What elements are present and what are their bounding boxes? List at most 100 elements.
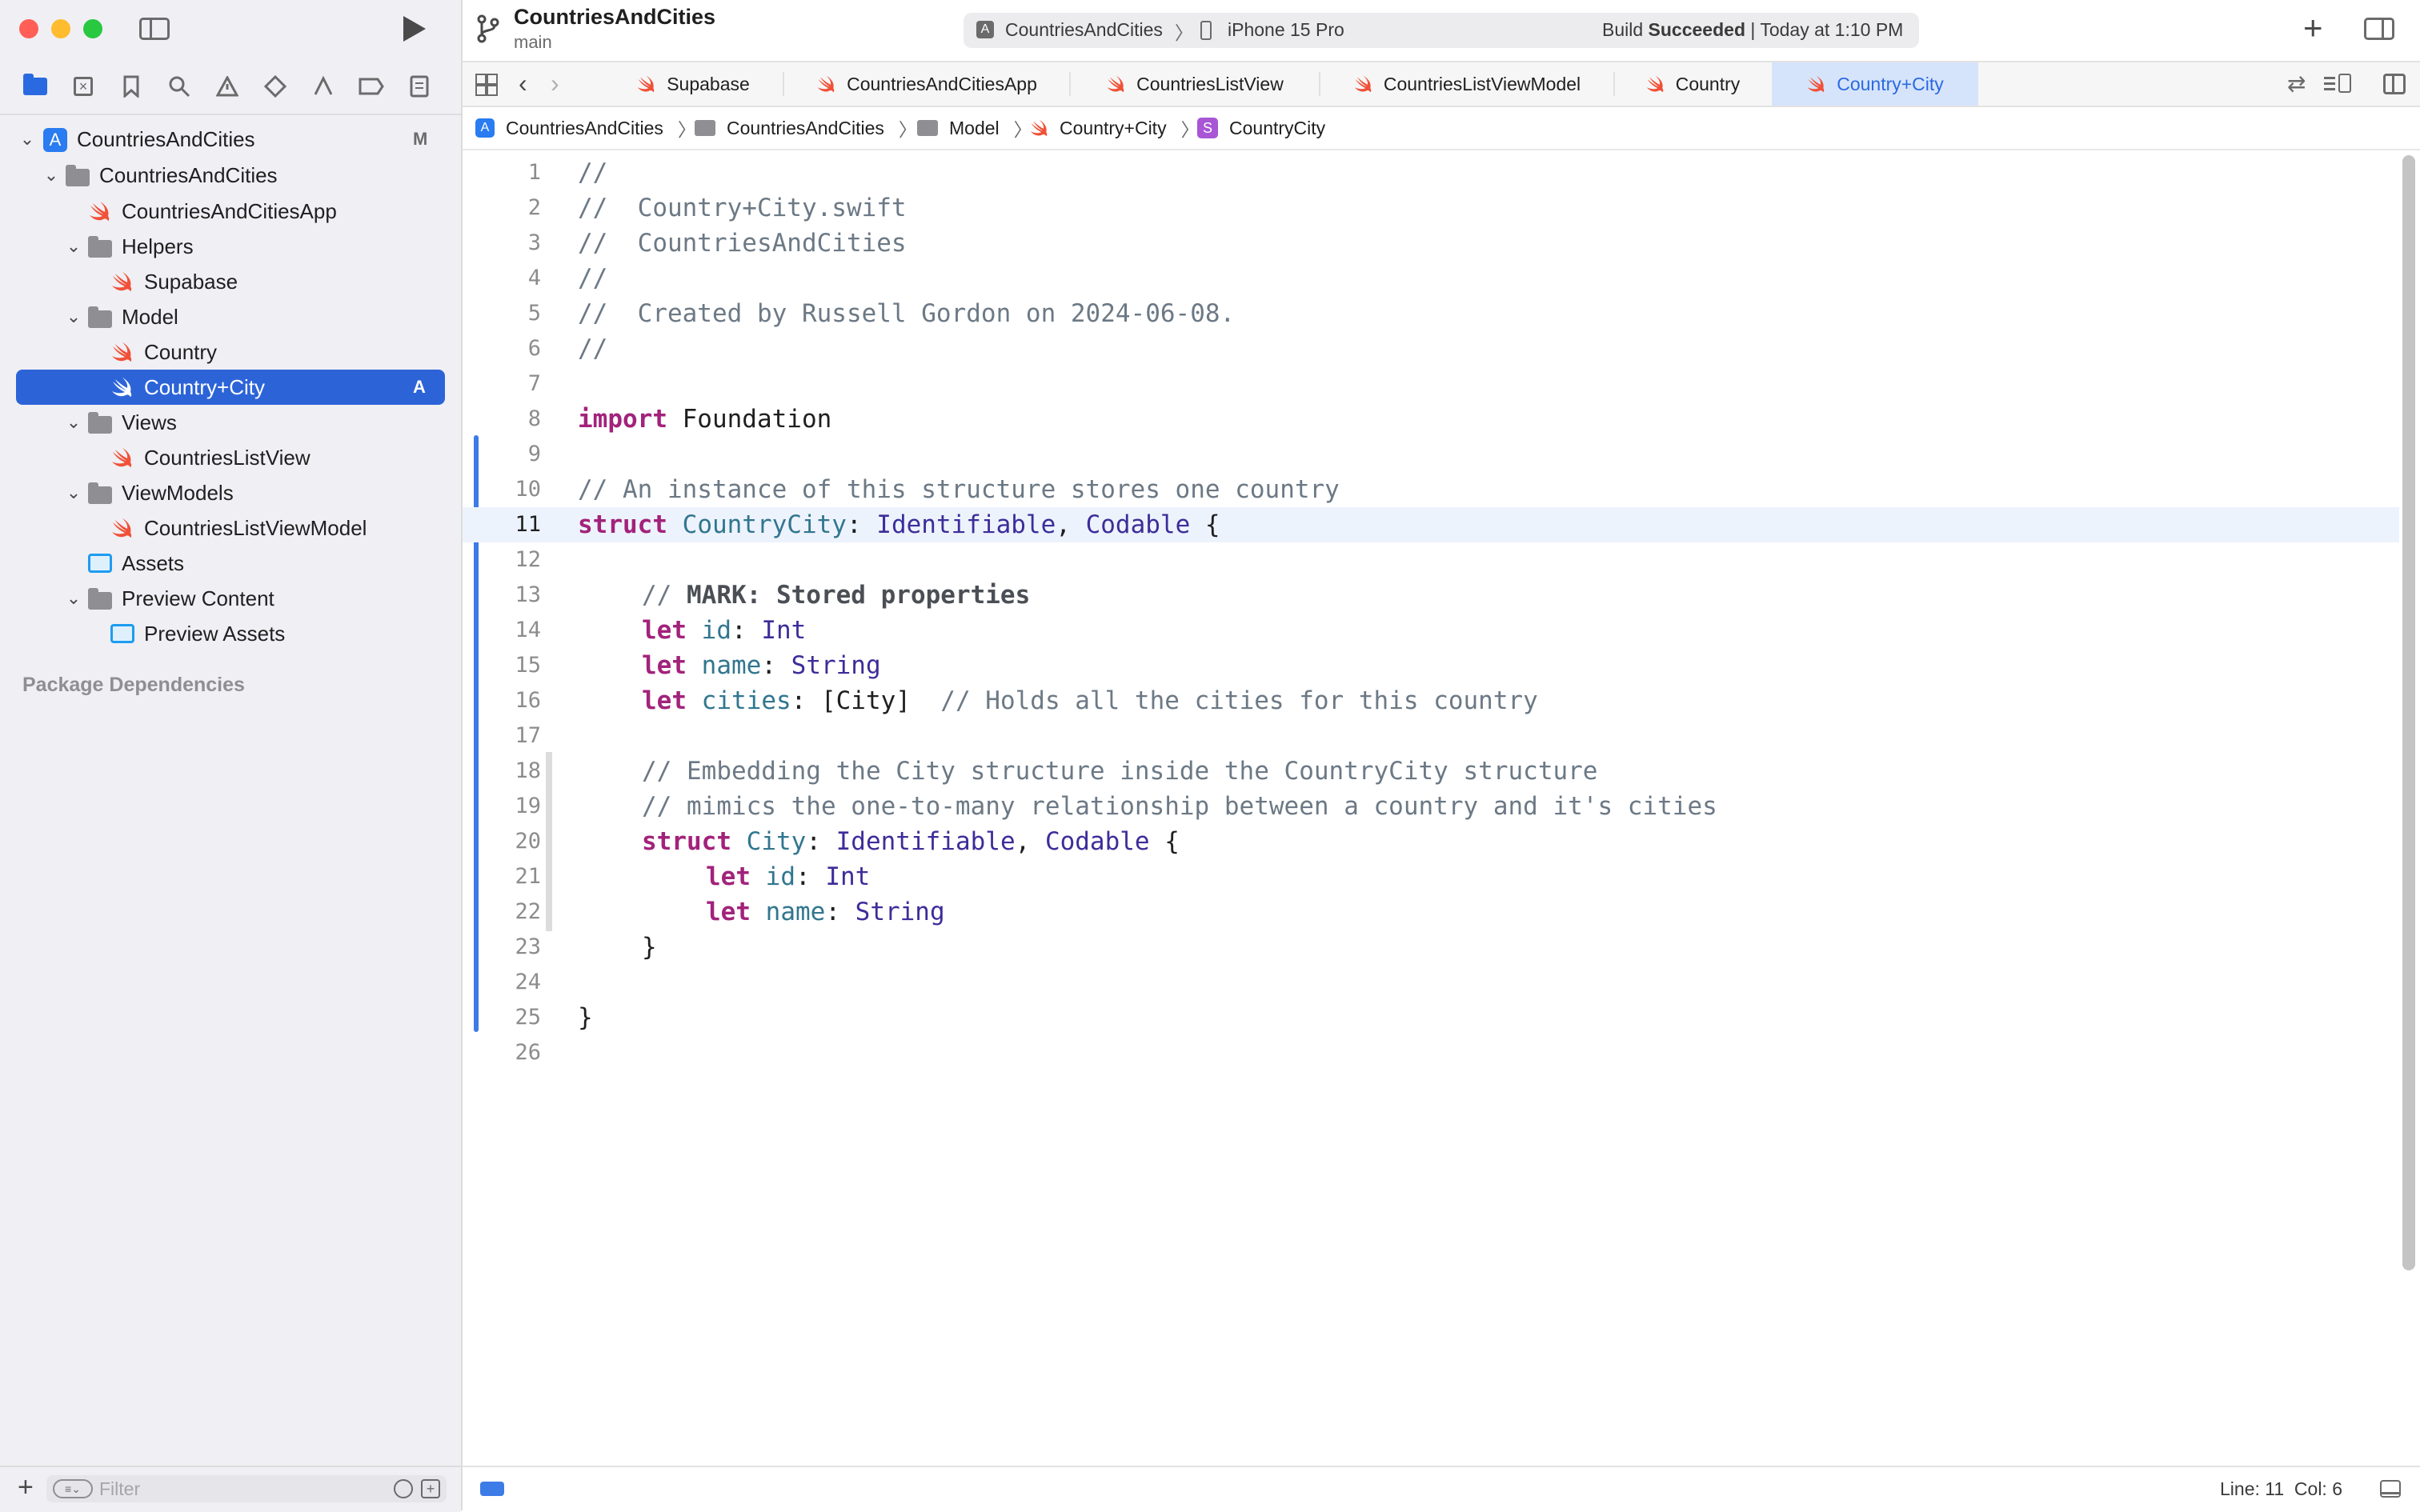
code-line[interactable]: 24: [463, 965, 2399, 1000]
minimize-window-button[interactable]: [51, 19, 70, 38]
forward-arrow-icon[interactable]: ›: [551, 69, 559, 98]
debug-navigator-icon[interactable]: [309, 72, 338, 101]
editor-options-icon[interactable]: [2324, 74, 2353, 94]
editor-vertical-scrollbar[interactable]: [2402, 155, 2415, 1270]
code-identifier: : [City]: [791, 686, 941, 715]
tree-item-file[interactable]: CountriesListView: [0, 440, 461, 475]
tab-countries-list-view-model[interactable]: CountriesListViewModel: [1320, 62, 1613, 106]
tree-item-asset-catalog[interactable]: Assets: [0, 546, 461, 581]
related-items-grid-icon[interactable]: [475, 74, 496, 94]
code-line[interactable]: 1//: [463, 155, 2399, 190]
recent-files-icon[interactable]: [394, 1479, 413, 1498]
scheme-selector[interactable]: CountriesAndCities: [1005, 19, 1163, 41]
breakpoint-navigator-icon[interactable]: [357, 72, 386, 101]
project-navigator-icon[interactable]: [21, 72, 50, 101]
tree-item-folder[interactable]: ⌄ Preview Content: [0, 581, 461, 616]
destination-selector[interactable]: iPhone 15 Pro: [1228, 19, 1344, 41]
filter-field[interactable]: ≡⌄ Filter +: [46, 1475, 447, 1502]
breadcrumb-model[interactable]: Model 〉: [917, 107, 1032, 149]
code-line[interactable]: 15let name: String: [463, 648, 2399, 683]
tree-item-folder[interactable]: ⌄ ViewModels: [0, 475, 461, 510]
editor-status-bar: Line: 11 Col: 6: [463, 1466, 2420, 1512]
breadcrumb-file[interactable]: Country+City 〉: [1029, 107, 1200, 149]
tree-item-folder[interactable]: ⌄ Views: [0, 405, 461, 440]
code-line[interactable]: 13// MARK: Stored properties: [463, 578, 2399, 613]
source-editor[interactable]: 1// 2// Country+City.swift 3// Countries…: [463, 150, 2420, 1464]
sidebar-toggle-icon[interactable]: [139, 18, 170, 40]
code-comment: // Country+City.swift: [578, 190, 907, 226]
code-line[interactable]: 5// Created by Russell Gordon on 2024-06…: [463, 296, 2399, 331]
code-line[interactable]: 19// mimics the one-to-many relationship…: [463, 789, 2399, 824]
test-navigator-icon[interactable]: [261, 72, 290, 101]
tree-item-file[interactable]: Country: [0, 334, 461, 370]
code-line[interactable]: 9: [463, 437, 2399, 472]
code-line[interactable]: 4//: [463, 261, 2399, 296]
debug-area-toggle-icon[interactable]: [2380, 1480, 2401, 1498]
tree-item-file[interactable]: CountriesAndCitiesApp: [0, 194, 461, 229]
chevron-down-icon[interactable]: ⌄: [66, 309, 82, 325]
back-arrow-icon[interactable]: ‹: [519, 69, 527, 98]
chevron-down-icon[interactable]: ⌄: [19, 131, 35, 147]
code-line[interactable]: 8import Foundation: [463, 402, 2399, 437]
run-button[interactable]: [403, 16, 426, 42]
code-line[interactable]: 20struct City: Identifiable, Codable {: [463, 824, 2399, 859]
code-line-current[interactable]: 11struct CountryCity: Identifiable, Coda…: [463, 507, 2399, 542]
breadcrumb-label: CountriesAndCities: [727, 118, 884, 139]
tree-item-file[interactable]: CountriesListViewModel: [0, 510, 461, 546]
code-line[interactable]: 7: [463, 366, 2399, 402]
tree-item-asset-catalog[interactable]: Preview Assets: [0, 616, 461, 651]
breadcrumb-symbol[interactable]: S CountryCity: [1197, 107, 1325, 149]
tree-item-file[interactable]: Supabase: [0, 264, 461, 299]
issue-navigator-icon[interactable]: [213, 72, 242, 101]
swap-editors-icon[interactable]: ⇄: [2287, 70, 2306, 97]
breadcrumb-folder[interactable]: CountriesAndCities 〉: [695, 107, 917, 149]
inspector-toggle-icon[interactable]: [2364, 18, 2394, 40]
add-editor-split-icon[interactable]: [2383, 74, 2406, 94]
code-line[interactable]: 23}: [463, 930, 2399, 965]
breadcrumb-project[interactable]: A CountriesAndCities 〉: [475, 107, 696, 149]
tab-country-city-active[interactable]: Country+City: [1772, 62, 1978, 106]
line-number: 19: [463, 789, 541, 824]
code-line[interactable]: 12: [463, 542, 2399, 578]
code-line[interactable]: 3// CountriesAndCities: [463, 226, 2399, 261]
code-line[interactable]: 2// Country+City.swift: [463, 190, 2399, 226]
code-line[interactable]: 26: [463, 1035, 2399, 1070]
code-line[interactable]: 22let name: String: [463, 894, 2399, 930]
chevron-down-icon[interactable]: ⌄: [66, 590, 82, 606]
code-line[interactable]: 14let id: Int: [463, 613, 2399, 648]
tree-item-project[interactable]: ⌄ A CountriesAndCities M: [0, 122, 461, 157]
code-line[interactable]: 6//: [463, 331, 2399, 366]
code-line[interactable]: 25}: [463, 1000, 2399, 1035]
package-dependencies-header[interactable]: Package Dependencies: [22, 674, 245, 697]
branch-name[interactable]: main: [514, 32, 552, 53]
chevron-down-icon[interactable]: ⌄: [43, 167, 59, 183]
tree-item-folder[interactable]: ⌄ CountriesAndCities: [0, 158, 461, 193]
code-line[interactable]: 10// An instance of this structure store…: [463, 472, 2399, 507]
code-line[interactable]: 21let id: Int: [463, 859, 2399, 894]
code-line[interactable]: 18// Embedding the City structure inside…: [463, 754, 2399, 789]
chevron-down-icon[interactable]: ⌄: [66, 414, 82, 430]
tree-item-folder[interactable]: ⌄ Helpers: [0, 229, 461, 264]
source-control-navigator-icon[interactable]: ×: [69, 72, 98, 101]
bookmark-navigator-icon[interactable]: [117, 72, 146, 101]
find-navigator-icon[interactable]: [165, 72, 194, 101]
tab-countries-list-view[interactable]: CountriesListView: [1071, 62, 1319, 106]
tree-item-folder[interactable]: ⌄ Model: [0, 299, 461, 334]
source-control-filter-icon[interactable]: +: [421, 1479, 440, 1498]
tree-item-file-selected[interactable]: Country+City A: [0, 370, 461, 405]
add-icon[interactable]: +: [18, 1472, 34, 1503]
tab-supabase[interactable]: Supabase: [603, 62, 783, 106]
tab-countries-and-cities-app[interactable]: CountriesAndCitiesApp: [784, 62, 1069, 106]
chevron-down-icon[interactable]: ⌄: [66, 485, 82, 501]
zoom-window-button[interactable]: [83, 19, 102, 38]
tab-country[interactable]: Country: [1615, 62, 1770, 106]
code-type: Int: [825, 862, 870, 891]
report-navigator-icon[interactable]: [405, 72, 434, 101]
add-library-icon[interactable]: +: [2303, 11, 2323, 45]
code-line[interactable]: 17: [463, 718, 2399, 754]
code-line[interactable]: 16let cities: [City] // Holds all the ci…: [463, 683, 2399, 718]
breakpoint-toggle-icon[interactable]: [480, 1482, 504, 1496]
chevron-down-icon[interactable]: ⌄: [66, 238, 82, 254]
filter-options-icon[interactable]: ≡⌄: [53, 1479, 93, 1498]
close-window-button[interactable]: [19, 19, 38, 38]
